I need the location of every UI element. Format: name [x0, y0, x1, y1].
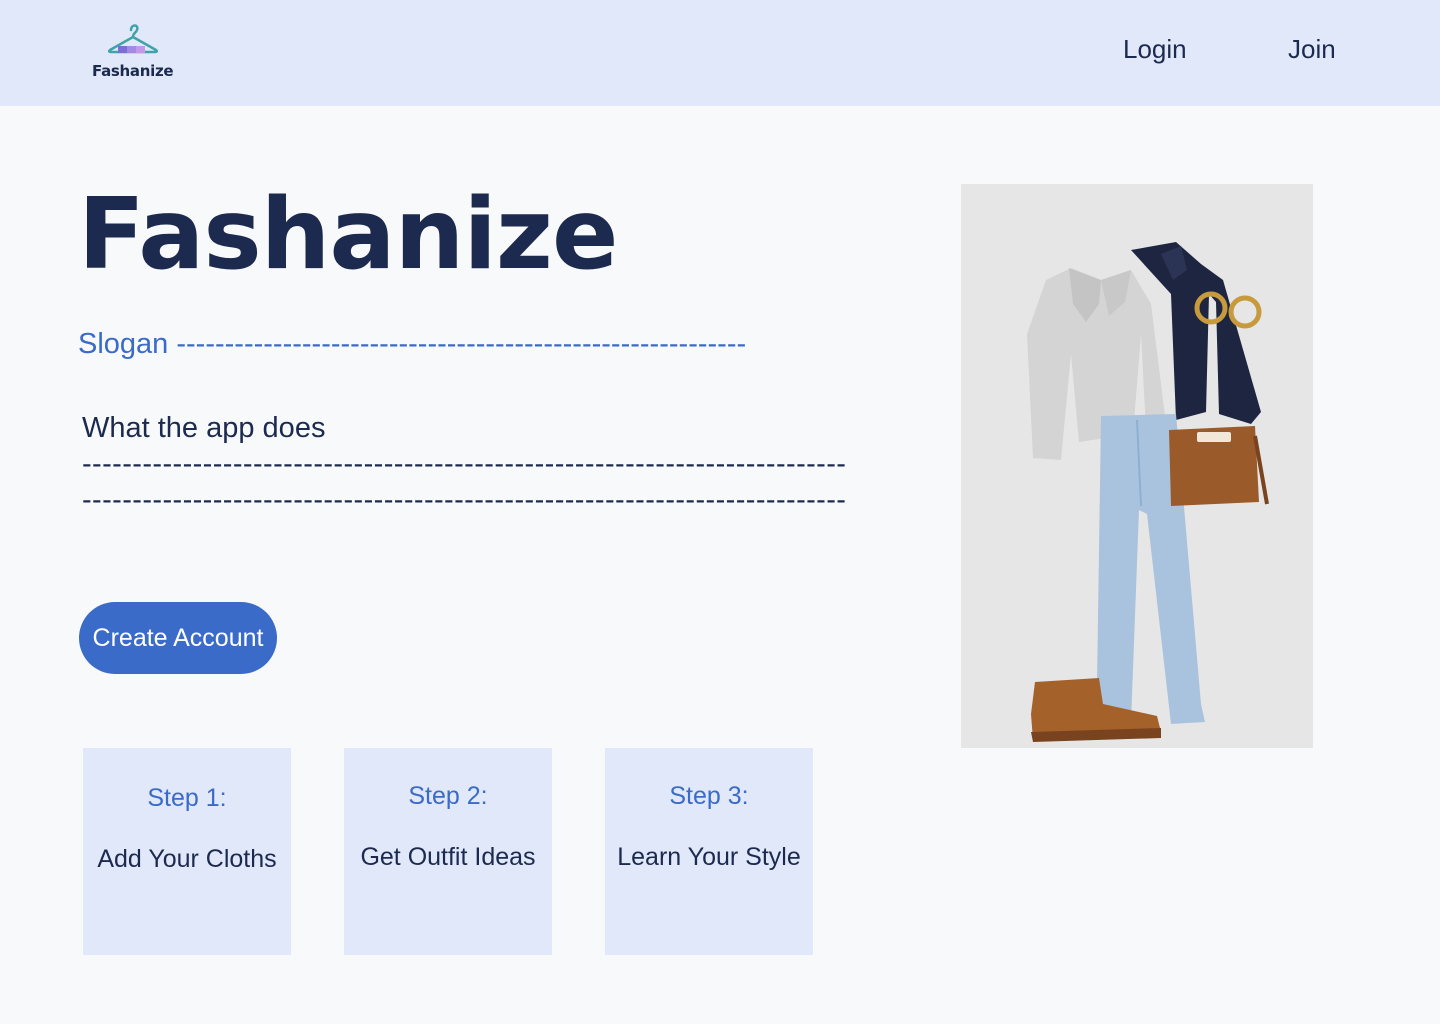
login-link[interactable]: Login — [1123, 34, 1187, 65]
outfit-image — [961, 184, 1313, 748]
step-label: Step 3: — [669, 782, 749, 810]
top-header: Fashanize Login Join — [0, 0, 1440, 106]
description-line-1: ----------------------------------------… — [82, 448, 847, 480]
logo-text: Fashanize — [92, 62, 174, 80]
step-text: Add Your Cloths — [97, 845, 277, 873]
step-card-1: Step 1: Add Your Cloths — [83, 748, 291, 955]
step-label: Step 1: — [147, 784, 227, 812]
hanger-icon — [107, 24, 159, 54]
create-account-button[interactable]: Create Account — [79, 602, 277, 674]
step-card-3: Step 3: Learn Your Style — [605, 748, 813, 955]
step-text: Learn Your Style — [617, 843, 801, 871]
hero-title: Fashanize — [78, 178, 618, 292]
slogan-text: Slogan ---------------------------------… — [78, 328, 747, 360]
description-line-2: ----------------------------------------… — [82, 484, 847, 516]
step-text: Get Outfit Ideas — [360, 843, 536, 871]
brand-logo[interactable]: Fashanize — [90, 20, 180, 84]
description-heading: What the app does — [82, 412, 326, 444]
join-link[interactable]: Join — [1288, 34, 1336, 65]
step-card-2: Step 2: Get Outfit Ideas — [344, 748, 552, 955]
step-label: Step 2: — [408, 782, 488, 810]
